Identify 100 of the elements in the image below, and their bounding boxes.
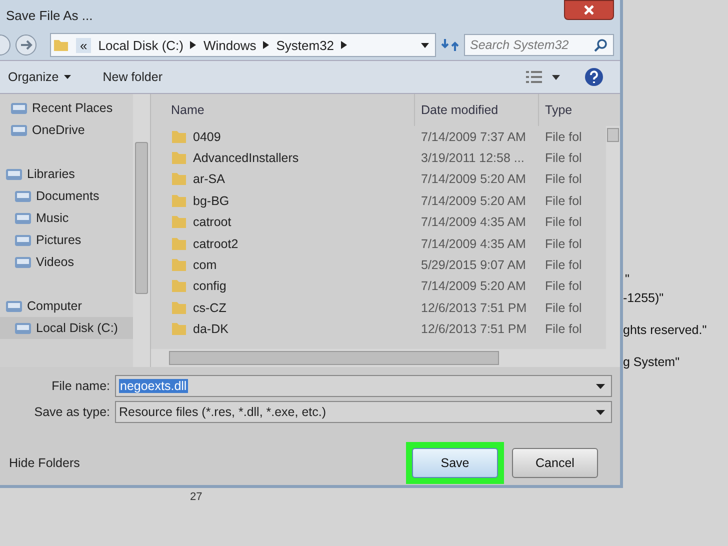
sidebar-item[interactable]: Local Disk (C:) xyxy=(0,317,133,339)
file-row[interactable]: bg-BG 7/14/2009 5:20 AM File fol xyxy=(151,190,606,212)
location-icon xyxy=(14,254,32,270)
file-row[interactable]: catroot2 7/14/2009 4:35 AM File fol xyxy=(151,232,606,254)
field-label: File name: xyxy=(50,379,110,393)
background-text: ghts reserved." xyxy=(623,323,707,337)
background-text: -1255)" xyxy=(623,291,664,305)
date-cell-text: 7/14/2009 4:35 AM xyxy=(420,215,527,230)
background-text: " xyxy=(625,272,630,286)
address-bar[interactable]: « Local Disk (C:) Windows System32 xyxy=(50,33,436,57)
sidebar-item[interactable]: Recent Places xyxy=(0,97,133,119)
file-row[interactable]: config 7/14/2009 5:20 AM File fol xyxy=(151,276,606,298)
file-name: da-DK xyxy=(193,322,228,336)
caret-icon xyxy=(190,41,196,49)
file-row[interactable]: com 5/29/2015 9:07 AM File fol xyxy=(151,254,606,276)
folder-icon xyxy=(171,300,187,316)
column-header[interactable]: Date modified xyxy=(415,94,539,126)
type-cell-text: File fol xyxy=(544,151,583,166)
location-icon xyxy=(5,166,23,182)
file-name: com xyxy=(193,258,217,272)
background-text: g System" xyxy=(623,355,680,369)
date-cell-text: 7/14/2009 5:20 AM xyxy=(420,194,527,208)
folder-icon xyxy=(171,278,187,294)
date-cell-text: 5/29/2015 9:07 AM xyxy=(420,258,527,272)
line-number: 27 xyxy=(190,490,202,503)
file-name: AdvancedInstallers xyxy=(193,151,299,166)
file-row[interactable]: cs-CZ 12/6/2013 7:51 PM File fol xyxy=(151,297,606,319)
breadcrumb[interactable]: Local Disk (C:) xyxy=(98,38,184,52)
type-cell-text: File fol xyxy=(544,130,583,144)
file-name: bg-BG xyxy=(193,194,230,208)
new-folder-button[interactable]: New folder xyxy=(98,68,166,86)
dropdown-icon[interactable] xyxy=(421,42,429,48)
breadcrumb[interactable]: System32 xyxy=(276,38,334,52)
folder-icon xyxy=(53,37,69,53)
folder-icon xyxy=(171,192,187,209)
type-cell-text: File fol xyxy=(544,279,583,294)
sidebar-item[interactable]: OneDrive xyxy=(0,119,133,141)
close-icon xyxy=(583,4,595,16)
date-cell-text: 7/14/2009 5:20 AM xyxy=(420,279,527,294)
horizontal-scrollbar[interactable] xyxy=(151,349,620,367)
hide-folders-button[interactable]: Hide Folders xyxy=(0,455,86,471)
close-button[interactable] xyxy=(564,0,614,20)
type-cell-text: File fol xyxy=(544,300,583,315)
list-scrollbar[interactable] xyxy=(606,126,620,349)
date-cell-text: 7/14/2009 5:20 AM xyxy=(420,172,527,186)
folder-icon xyxy=(171,150,187,166)
file-type-dropdown[interactable]: Resource files (*.res, *.dll, *.exe, etc.) xyxy=(115,401,612,423)
sidebar-item[interactable]: Computer xyxy=(0,295,133,317)
folder-icon xyxy=(171,128,187,145)
file-name: 0409 xyxy=(193,130,221,144)
location-icon xyxy=(14,210,32,226)
date-cell-text: 3/19/2011 12:58 ... xyxy=(420,151,526,166)
file-name: config xyxy=(193,279,226,294)
type-cell-text: File fol xyxy=(544,215,583,230)
window-title: Save File As ... xyxy=(5,8,94,22)
file-row[interactable]: 0409 7/14/2009 7:37 AM File fol xyxy=(151,126,606,148)
dialog-button[interactable]: Cancel xyxy=(512,448,598,478)
file-name-field[interactable]: negoexts.dll xyxy=(115,375,612,397)
file-name: ar-SA xyxy=(193,172,225,186)
sidebar-item[interactable]: Pictures xyxy=(0,229,133,251)
date-cell-text: 7/14/2009 7:37 AM xyxy=(420,130,527,144)
view-options-icon[interactable] xyxy=(526,70,542,84)
sidebar-scrollbar[interactable] xyxy=(133,94,150,367)
folder-icon xyxy=(171,171,187,188)
type-cell-text: File fol xyxy=(544,236,583,251)
sidebar-item[interactable]: Music xyxy=(0,207,133,229)
file-name: cs-CZ xyxy=(193,300,226,315)
breadcrumb[interactable]: Windows xyxy=(203,38,256,52)
location-icon xyxy=(14,232,32,248)
dropdown-icon xyxy=(596,384,605,388)
file-row[interactable]: da-DK 12/6/2013 7:51 PM File fol xyxy=(151,318,606,340)
column-header[interactable]: Name xyxy=(151,94,415,126)
help-icon[interactable] xyxy=(584,67,604,87)
column-header[interactable]: Type xyxy=(539,94,620,126)
sidebar-item[interactable]: Libraries xyxy=(0,163,133,185)
date-cell-text: 12/6/2013 7:51 PM xyxy=(420,300,528,315)
field-label: Save as type: xyxy=(33,405,110,419)
file-row[interactable]: catroot 7/14/2009 4:35 AM File fol xyxy=(151,212,606,233)
caret-icon xyxy=(263,41,270,49)
caret-icon xyxy=(64,75,71,79)
caret-icon[interactable] xyxy=(552,74,560,80)
search-field[interactable]: Search System32 xyxy=(464,34,614,56)
type-cell-text: File fol xyxy=(544,172,583,186)
folder-icon xyxy=(171,236,187,252)
location-icon xyxy=(10,100,28,116)
organize-menu[interactable]: Organize xyxy=(4,68,75,86)
folder-icon xyxy=(171,214,187,230)
dialog-button[interactable]: Save xyxy=(412,448,498,478)
search-icon xyxy=(594,38,608,52)
location-icon xyxy=(10,122,28,138)
caret-icon xyxy=(341,41,348,49)
folder-icon xyxy=(171,321,187,338)
overflow-chevron[interactable]: « xyxy=(76,38,92,52)
type-cell-text: File fol xyxy=(544,322,583,336)
file-row[interactable]: ar-SA 7/14/2009 5:20 AM File fol xyxy=(151,168,606,190)
type-cell-text: File fol xyxy=(544,194,583,208)
file-row[interactable]: AdvancedInstallers 3/19/2011 12:58 ... File fol xyxy=(151,147,606,169)
location-icon xyxy=(14,188,32,204)
sidebar-item[interactable]: Documents xyxy=(0,185,133,207)
sidebar-item[interactable]: Videos xyxy=(0,251,133,273)
